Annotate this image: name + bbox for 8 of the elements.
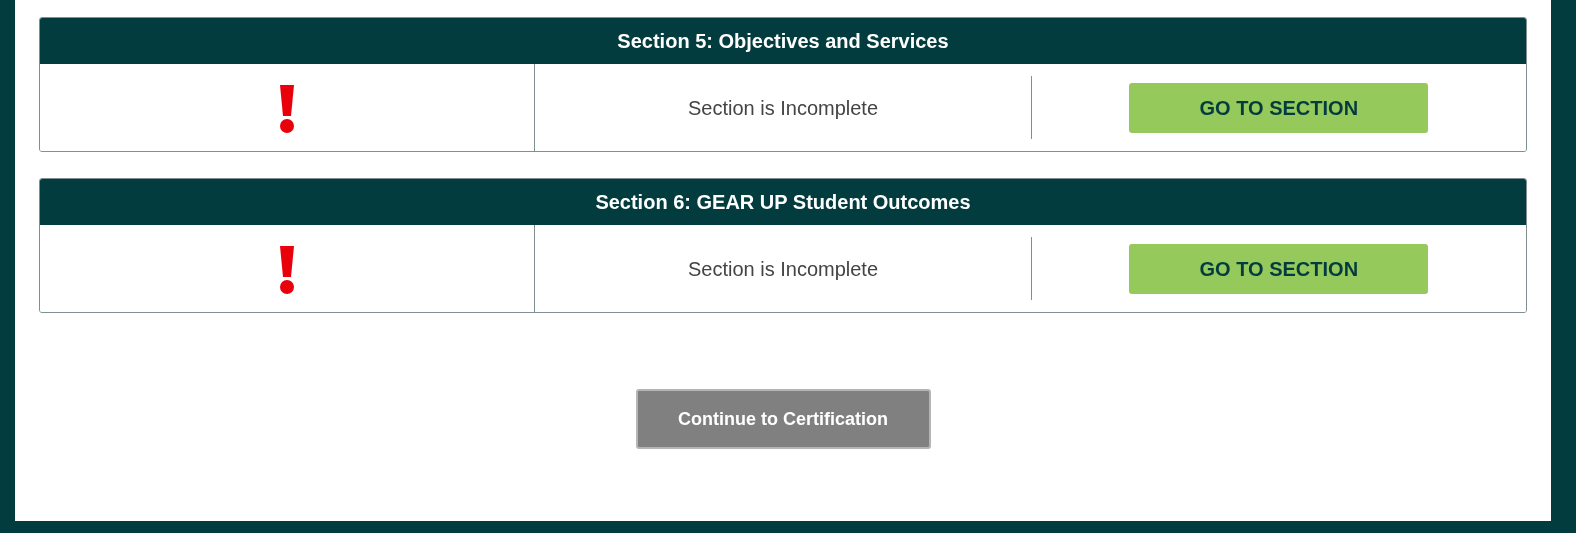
section-title: Section 6: GEAR UP Student Outcomes (40, 179, 1526, 225)
go-to-section-button[interactable]: GO TO SECTION (1129, 82, 1429, 133)
exclamation-icon (278, 243, 297, 294)
status-text: Section is Incomplete (687, 95, 879, 121)
exclamation-icon (278, 82, 297, 133)
go-to-section-button[interactable]: GO TO SECTION (1129, 243, 1429, 294)
status-text: Section is Incomplete (687, 256, 879, 282)
section-title: Section 5: Objectives and Services (40, 18, 1526, 64)
